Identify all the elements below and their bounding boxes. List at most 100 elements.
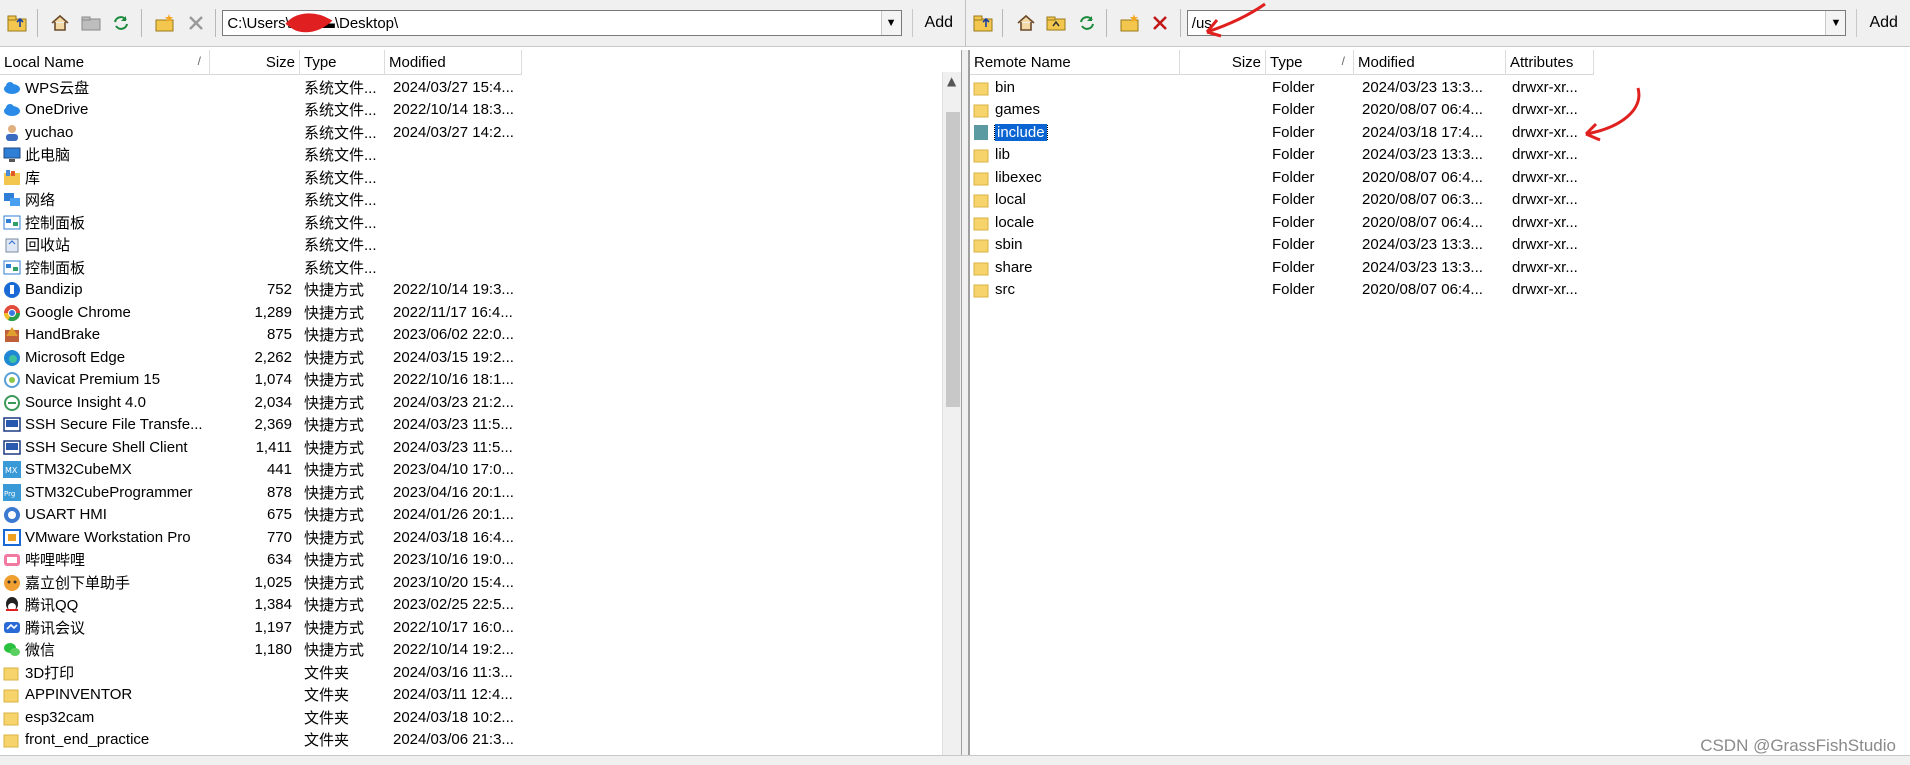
local-file-row[interactable]: Source Insight 4.0 2,034 快捷方式 2024/03/23 21… — [0, 391, 522, 414]
file-name: 腾讯会议 — [25, 619, 86, 637]
local-file-row[interactable]: HandBrake 875 快捷方式 2023/06/02 22:0... — [0, 324, 522, 347]
remote-name-cell: local — [970, 191, 1180, 208]
local-name-column[interactable]: Local Name / — [0, 50, 210, 75]
file-name: SSH Secure Shell Client — [25, 438, 188, 456]
remote-file-row[interactable]: share Folder 2024/03/23 13:3... drwxr-xr... — [970, 256, 1594, 279]
local-file-row[interactable]: 腾讯会议 1,197 快捷方式 2022/10/17 16:0... — [0, 616, 522, 639]
remote-up-folder-button[interactable] — [969, 8, 996, 38]
local-file-row[interactable]: Navicat Premium 15 1,074 快捷方式 2022/10/16 18… — [0, 369, 522, 392]
remote-file-row[interactable]: sbin Folder 2024/03/23 13:3... drwxr-xr... — [970, 234, 1594, 257]
file-type: 系统文件... — [304, 147, 377, 165]
local-file-row[interactable]: Google Chrome 1,289 快捷方式 2022/11/17 16:4... — [0, 301, 522, 324]
file-modified: 2024/03/15 19:2... — [393, 348, 514, 366]
file-type: 系统文件... — [304, 192, 377, 210]
local-file-row[interactable]: Prg STM32CubeProgrammer 878 快捷方式 2023/04/16 … — [0, 481, 522, 504]
remote-path-input[interactable]: /us ▼ — [1186, 10, 1847, 36]
remote-modified-column[interactable]: Modified — [1354, 50, 1506, 75]
local-home-button[interactable] — [47, 8, 75, 38]
remote-path-dropdown[interactable]: ▼ — [1825, 11, 1846, 35]
local-file-row[interactable]: WPS云盘 系统文件... 2024/03/27 15:4... — [0, 76, 522, 99]
file-modified: 2022/10/14 19:2... — [393, 641, 514, 659]
remote-new-folder-button[interactable] — [1116, 8, 1143, 38]
remote-folder-up-button[interactable] — [1043, 8, 1070, 38]
local-file-pane[interactable]: Local Name / Size Type Modified WPS云盘 系统文件… — [0, 50, 962, 755]
local-file-row[interactable]: 网络 系统文件... — [0, 189, 522, 212]
local-up-folder-button[interactable] — [3, 8, 31, 38]
folder-icon — [973, 191, 991, 208]
local-file-row[interactable]: yuchao 系统文件... 2024/03/27 14:2... — [0, 121, 522, 144]
folder-name: share — [995, 258, 1033, 276]
bilibili-icon — [3, 551, 21, 568]
remote-refresh-button[interactable] — [1073, 8, 1100, 38]
local-file-row[interactable]: 哔哩哔哩 634 快捷方式 2023/10/16 19:0... — [0, 549, 522, 572]
local-file-row[interactable]: USART HMI 675 快捷方式 2024/01/26 20:1... — [0, 504, 522, 527]
local-file-row[interactable]: MX STM32CubeMX 441 快捷方式 2023/04/10 17:0... — [0, 459, 522, 482]
local-vertical-scrollbar[interactable]: ▲ ▼ — [942, 72, 961, 755]
local-path-input[interactable]: C:\Users\▬▬▬\Desktop\ ▼ — [222, 10, 902, 36]
file-modified: 2024/01/26 20:1... — [393, 506, 514, 524]
local-name-cell: 此电脑 — [0, 144, 210, 165]
local-file-row[interactable]: SSH Secure File Transfe... 2,369 快捷方式 2024/… — [0, 414, 522, 437]
remote-file-row[interactable]: games Folder 2020/08/07 06:4... drwxr-xr... — [970, 99, 1594, 122]
local-file-row[interactable]: 嘉立创下单助手 1,025 快捷方式 2023/10/20 15:4... — [0, 571, 522, 594]
local-refresh-button[interactable] — [108, 8, 136, 38]
local-folder-button[interactable] — [77, 8, 105, 38]
local-size-column[interactable]: Size — [210, 50, 300, 75]
remote-file-list: bin Folder 2024/03/23 13:3... drwxr-xr... ga… — [970, 76, 1594, 301]
remote-file-row[interactable]: libexec Folder 2020/08/07 06:4... drwxr-xr.… — [970, 166, 1594, 189]
local-file-row[interactable]: 控制面板 系统文件... — [0, 211, 522, 234]
local-file-row[interactable]: 此电脑 系统文件... — [0, 144, 522, 167]
scroll-thumb[interactable] — [946, 112, 960, 407]
file-type: 快捷方式 — [304, 417, 365, 435]
remote-add-bookmark-button[interactable]: Add — [1856, 9, 1909, 37]
tencent-meeting-icon — [3, 619, 21, 636]
new-folder-icon — [155, 14, 174, 32]
remote-file-row[interactable]: src Folder 2020/08/07 06:4... drwxr-xr... — [970, 279, 1594, 302]
remote-type-column[interactable]: Type / — [1266, 50, 1354, 75]
remote-size-column[interactable]: Size — [1180, 50, 1266, 75]
local-file-row[interactable]: 腾讯QQ 1,384 快捷方式 2023/02/25 22:5... — [0, 594, 522, 617]
local-file-row[interactable]: OneDrive 系统文件... 2022/10/14 18:3... — [0, 99, 522, 122]
local-file-row[interactable]: 控制面板 系统文件... — [0, 256, 522, 279]
local-file-row[interactable]: 库 系统文件... — [0, 166, 522, 189]
local-delete-button[interactable] — [182, 8, 210, 38]
file-size: 1,180 — [254, 641, 292, 659]
file-type: 快捷方式 — [304, 619, 365, 637]
remote-file-row[interactable]: bin Folder 2024/03/23 13:3... drwxr-xr... — [970, 76, 1594, 99]
local-file-row[interactable]: 微信 1,180 快捷方式 2022/10/14 19:2... — [0, 639, 522, 662]
local-file-row[interactable]: SSH Secure Shell Client 1,411 快捷方式 2024/03/… — [0, 436, 522, 459]
local-file-row[interactable]: VMware Workstation Pro 770 快捷方式 2024/03/18 … — [0, 526, 522, 549]
local-file-row[interactable]: APPINVENTOR 文件夹 2024/03/11 12:4... — [0, 684, 522, 707]
remote-file-row[interactable]: lib Folder 2024/03/23 13:3... drwxr-xr... — [970, 144, 1594, 167]
file-attributes: drwxr-xr... — [1512, 258, 1578, 276]
scroll-up-icon[interactable]: ▲ — [947, 74, 956, 88]
remote-home-button[interactable] — [1012, 8, 1039, 38]
local-new-folder-button[interactable] — [151, 8, 179, 38]
local-file-row[interactable]: 回收站 系统文件... — [0, 234, 522, 257]
local-file-row[interactable]: front_end_practice 文件夹 2024/03/06 21:3... — [0, 729, 522, 752]
remote-delete-button[interactable] — [1147, 8, 1174, 38]
file-modified: 2024/03/23 13:3... — [1362, 236, 1483, 254]
file-modified: 2022/10/17 16:0... — [393, 618, 514, 636]
remote-file-row-selected[interactable]: include Folder 2024/03/18 17:4... drwxr-xr.… — [970, 121, 1594, 144]
file-size: 1,197 — [254, 618, 292, 636]
local-file-row[interactable]: Bandizip 752 快捷方式 2022/10/14 19:3... — [0, 279, 522, 302]
remote-file-row[interactable]: locale Folder 2020/08/07 06:4... drwxr-xr..… — [970, 211, 1594, 234]
local-file-row[interactable]: 3D打印 文件夹 2024/03/16 11:3... — [0, 661, 522, 684]
remote-file-pane[interactable]: Remote Name Size Type / Modified Attribut… — [968, 50, 1910, 755]
local-file-row[interactable]: esp32cam 文件夹 2024/03/18 10:2... — [0, 706, 522, 729]
remote-file-row[interactable]: local Folder 2020/08/07 06:3... drwxr-xr... — [970, 189, 1594, 212]
file-type: Folder — [1272, 236, 1315, 254]
file-modified: 2023/04/16 20:1... — [393, 483, 514, 501]
remote-attributes-column[interactable]: Attributes — [1506, 50, 1594, 75]
local-file-row[interactable]: Microsoft Edge 2,262 快捷方式 2024/03/15 19:2..… — [0, 346, 522, 369]
file-name: yuchao — [25, 123, 74, 141]
local-name-cell: 网络 — [0, 189, 210, 210]
remote-name-column[interactable]: Remote Name — [970, 50, 1180, 75]
file-type: Folder — [1272, 123, 1315, 141]
local-modified-column[interactable]: Modified — [385, 50, 522, 75]
local-type-column[interactable]: Type — [300, 50, 385, 75]
local-path-dropdown[interactable]: ▼ — [880, 11, 901, 35]
local-add-bookmark-button[interactable]: Add — [911, 9, 965, 37]
local-name-cell: Bandizip — [0, 281, 210, 299]
